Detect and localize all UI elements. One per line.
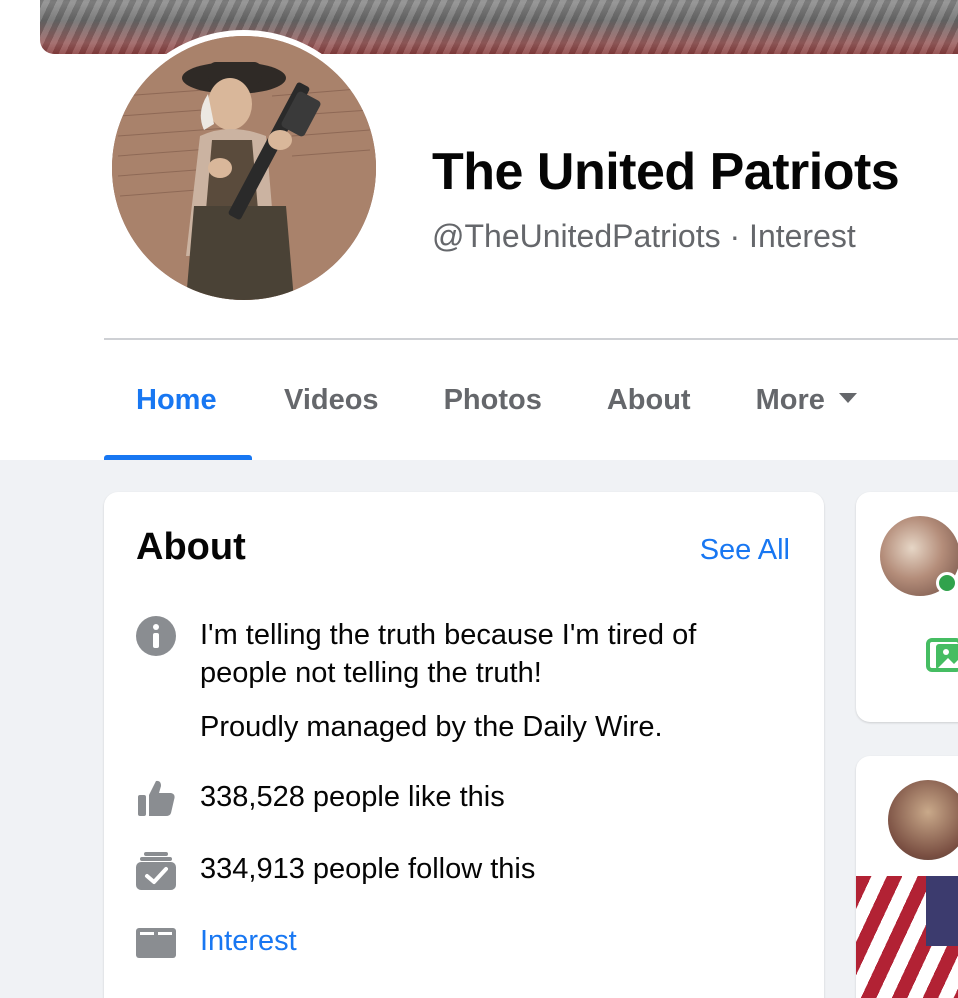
thumbs-up-icon: [138, 780, 175, 816]
category-link[interactable]: Interest: [200, 922, 297, 960]
profile-picture[interactable]: [106, 30, 382, 306]
tab-about[interactable]: About: [607, 340, 691, 460]
follow-check-icon: [136, 852, 176, 890]
page-tabs: Home Videos Photos About More: [104, 340, 857, 460]
post-card: [856, 756, 958, 998]
likes-count: 338,528 people like this: [200, 781, 505, 813]
page-title: The United Patriots: [432, 143, 900, 201]
subtitle-separator: ·: [720, 218, 750, 254]
tab-more-label: More: [755, 383, 825, 416]
online-status-dot: [936, 572, 958, 594]
about-description: I'm telling the truth because I'm tired …: [200, 616, 696, 692]
page-category[interactable]: Interest: [749, 218, 856, 254]
page-header: The United Patriots @TheUnitedPatriots ·…: [0, 0, 958, 460]
info-icon: [136, 616, 176, 656]
photo-icon[interactable]: [926, 638, 958, 674]
follows-count: 334,913 people follow this: [200, 853, 536, 885]
caret-down-icon: [838, 393, 857, 403]
post-author-avatar[interactable]: [888, 780, 958, 860]
about-description-line-2: people not telling the truth!: [200, 657, 542, 689]
about-heading: About: [136, 526, 246, 568]
tab-more[interactable]: More: [756, 340, 857, 460]
managed-by-text: Proudly managed by the Daily Wire.: [200, 711, 663, 743]
page-subtitle: @TheUnitedPatriots · Interest: [432, 218, 856, 255]
tab-photos[interactable]: Photos: [444, 340, 542, 460]
tab-videos[interactable]: Videos: [284, 340, 379, 460]
post-image[interactable]: [856, 876, 958, 998]
see-all-link[interactable]: See All: [700, 534, 790, 567]
create-post-card: [856, 492, 958, 722]
minuteman-portrait-illustration: [112, 36, 376, 300]
about-card: About See All I'm telling the truth beca…: [104, 492, 824, 998]
page-handle: @TheUnitedPatriots: [432, 218, 721, 254]
category-folder-icon: [136, 928, 176, 958]
about-description-line-1: I'm telling the truth because I'm tired …: [200, 619, 697, 651]
profile-picture-image: [112, 36, 376, 300]
tab-home[interactable]: Home: [104, 340, 252, 460]
